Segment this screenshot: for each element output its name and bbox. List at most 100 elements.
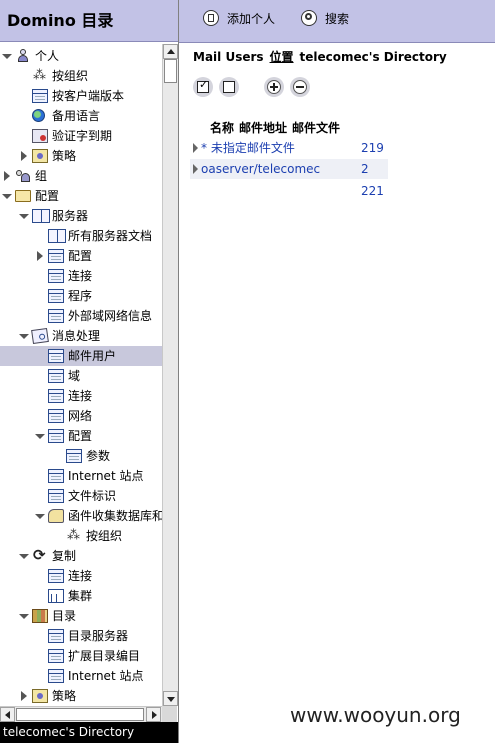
select-all-button[interactable] [193, 77, 213, 97]
tree-item-label: 个人 [35, 49, 60, 63]
expand-twisty-icon[interactable] [19, 146, 29, 166]
scroll-down-icon[interactable] [163, 691, 178, 706]
tree-item-label: 复制 [52, 549, 77, 563]
view-icon [48, 429, 64, 443]
scroll-left-icon[interactable] [0, 707, 15, 722]
action-bar: 添加个人 搜索 [179, 0, 495, 43]
view-icon [48, 249, 64, 263]
expand-twisty-icon[interactable] [2, 166, 12, 186]
tree-item[interactable]: Internet 站点 [0, 666, 162, 686]
tree-item-label: 目录 [52, 609, 77, 623]
tree-item[interactable]: 按客户端版本 [0, 86, 162, 106]
tree-item[interactable]: 备用语言 [0, 106, 162, 126]
search-button[interactable]: 搜索 [301, 8, 349, 30]
category-row[interactable]: * 未指定邮件文件 219 [190, 138, 388, 158]
view-icon [48, 309, 64, 323]
tree-item[interactable]: 组 [0, 166, 162, 186]
collapse-twisty-icon[interactable] [2, 186, 12, 206]
category-row[interactable]: oaserver/telecomec 2 [190, 159, 388, 179]
tree-item[interactable]: 按组织 [0, 66, 162, 86]
deselect-all-button[interactable] [219, 77, 239, 97]
book-icon [48, 229, 66, 243]
tree-item[interactable]: 验证字到期 [0, 126, 162, 146]
search-label: 搜索 [325, 12, 350, 26]
navigator-title: Domino 目录 [0, 0, 178, 42]
tree-item-label: 配置 [68, 249, 93, 263]
view-icon [66, 449, 82, 463]
tree-item[interactable]: 外部域网络信息 [0, 306, 162, 326]
collapse-twisty-icon[interactable] [19, 326, 29, 346]
vertical-scroll-thumb[interactable] [164, 59, 177, 83]
collapse-twisty-icon[interactable] [19, 546, 29, 566]
scroll-up-icon[interactable] [163, 44, 178, 59]
tree-item-label: 程序 [68, 289, 93, 303]
expand-twisty-icon[interactable] [193, 143, 198, 153]
navigator-horizontal-scrollbar[interactable] [0, 706, 162, 723]
column-header-mail-file[interactable]: 邮件文件 [292, 121, 340, 135]
tree-item[interactable]: 配置 [0, 186, 162, 206]
messaging-icon [31, 327, 49, 345]
tree-item[interactable]: 参数 [0, 446, 162, 466]
column-header-name[interactable]: 名称 [210, 121, 234, 135]
tree-item[interactable]: 连接 [0, 266, 162, 286]
tree-item[interactable]: 消息处理 [0, 326, 162, 346]
breadcrumb: Mail Users 位置 telecomec's Directory [193, 48, 453, 65]
tree-item[interactable]: 连接 [0, 566, 162, 586]
view-icon [48, 289, 64, 303]
tree-item[interactable]: 目录 [0, 606, 162, 626]
tree-item[interactable]: 域 [0, 366, 162, 386]
tree-item[interactable]: 网络 [0, 406, 162, 426]
tree-item[interactable]: 程序 [0, 286, 162, 306]
tree-item[interactable]: Internet 站点 [0, 466, 162, 486]
breadcrumb-location-link[interactable]: 位置 [270, 50, 294, 64]
scroll-right-icon[interactable] [146, 707, 161, 722]
horizontal-scroll-thumb[interactable] [16, 708, 144, 721]
collapse-twisty-icon[interactable] [35, 426, 45, 446]
expand-twisty-icon[interactable] [19, 686, 29, 706]
collapse-twisty-icon[interactable] [19, 206, 29, 226]
tree-item[interactable]: 配置 [0, 426, 162, 446]
expand-twisty-icon[interactable] [35, 246, 45, 266]
collection-icon [48, 509, 64, 523]
view-icon [48, 669, 64, 683]
collapse-twisty-icon[interactable] [2, 46, 12, 66]
view-icon [48, 469, 64, 483]
tree-item[interactable]: 函件收集数据库和 [0, 506, 162, 526]
tree-item[interactable]: 目录服务器 [0, 626, 162, 646]
tree-item[interactable]: 策略 [0, 686, 162, 706]
expand-all-button[interactable] [264, 77, 284, 97]
tree-item-label: 邮件用户 [68, 349, 117, 363]
add-person-button[interactable]: 添加个人 [203, 8, 275, 30]
expand-plus-icon [267, 80, 281, 94]
tree-item[interactable]: 个人 [0, 46, 162, 66]
tree-item[interactable]: 策略 [0, 146, 162, 166]
tree-item[interactable]: 配置 [0, 246, 162, 266]
expand-twisty-icon[interactable] [193, 164, 198, 174]
collapse-twisty-icon[interactable] [19, 606, 29, 626]
tree-item[interactable]: 连接 [0, 386, 162, 406]
view-icon [48, 389, 64, 403]
tree-item-label: 验证字到期 [52, 129, 113, 143]
tree-item[interactable]: 文件标识 [0, 486, 162, 506]
tree-item-label: 连接 [68, 269, 93, 283]
tree-item[interactable]: 按组织 [0, 526, 162, 546]
tree-item[interactable]: 扩展目录编目 [0, 646, 162, 666]
tree-item[interactable]: 所有服务器文档 [0, 226, 162, 246]
tree-item[interactable]: 集群 [0, 586, 162, 606]
tree-item-label: 配置 [35, 189, 60, 203]
navigator-pane: Domino 目录 个人按组织按客户端版本备用语言验证字到期策略组配置服务器所有… [0, 0, 179, 743]
tree-item[interactable]: 服务器 [0, 206, 162, 226]
view-icon [48, 489, 64, 503]
navigator-vertical-scrollbar[interactable] [162, 44, 178, 706]
tree-item-label: 按组织 [52, 69, 89, 83]
tree-item[interactable]: 邮件用户 [0, 346, 162, 366]
checkbox-empty-icon [223, 81, 235, 93]
tree-item-label: 所有服务器文档 [68, 229, 153, 243]
tree-item-label: 参数 [86, 449, 111, 463]
tree-item-label: 函件收集数据库和 [68, 509, 162, 523]
column-header-mail-address[interactable]: 邮件地址 [239, 121, 287, 135]
tree-item[interactable]: 复制 [0, 545, 162, 566]
collapse-all-button[interactable] [290, 77, 310, 97]
policy-icon [32, 149, 48, 163]
collapse-twisty-icon[interactable] [35, 506, 45, 526]
